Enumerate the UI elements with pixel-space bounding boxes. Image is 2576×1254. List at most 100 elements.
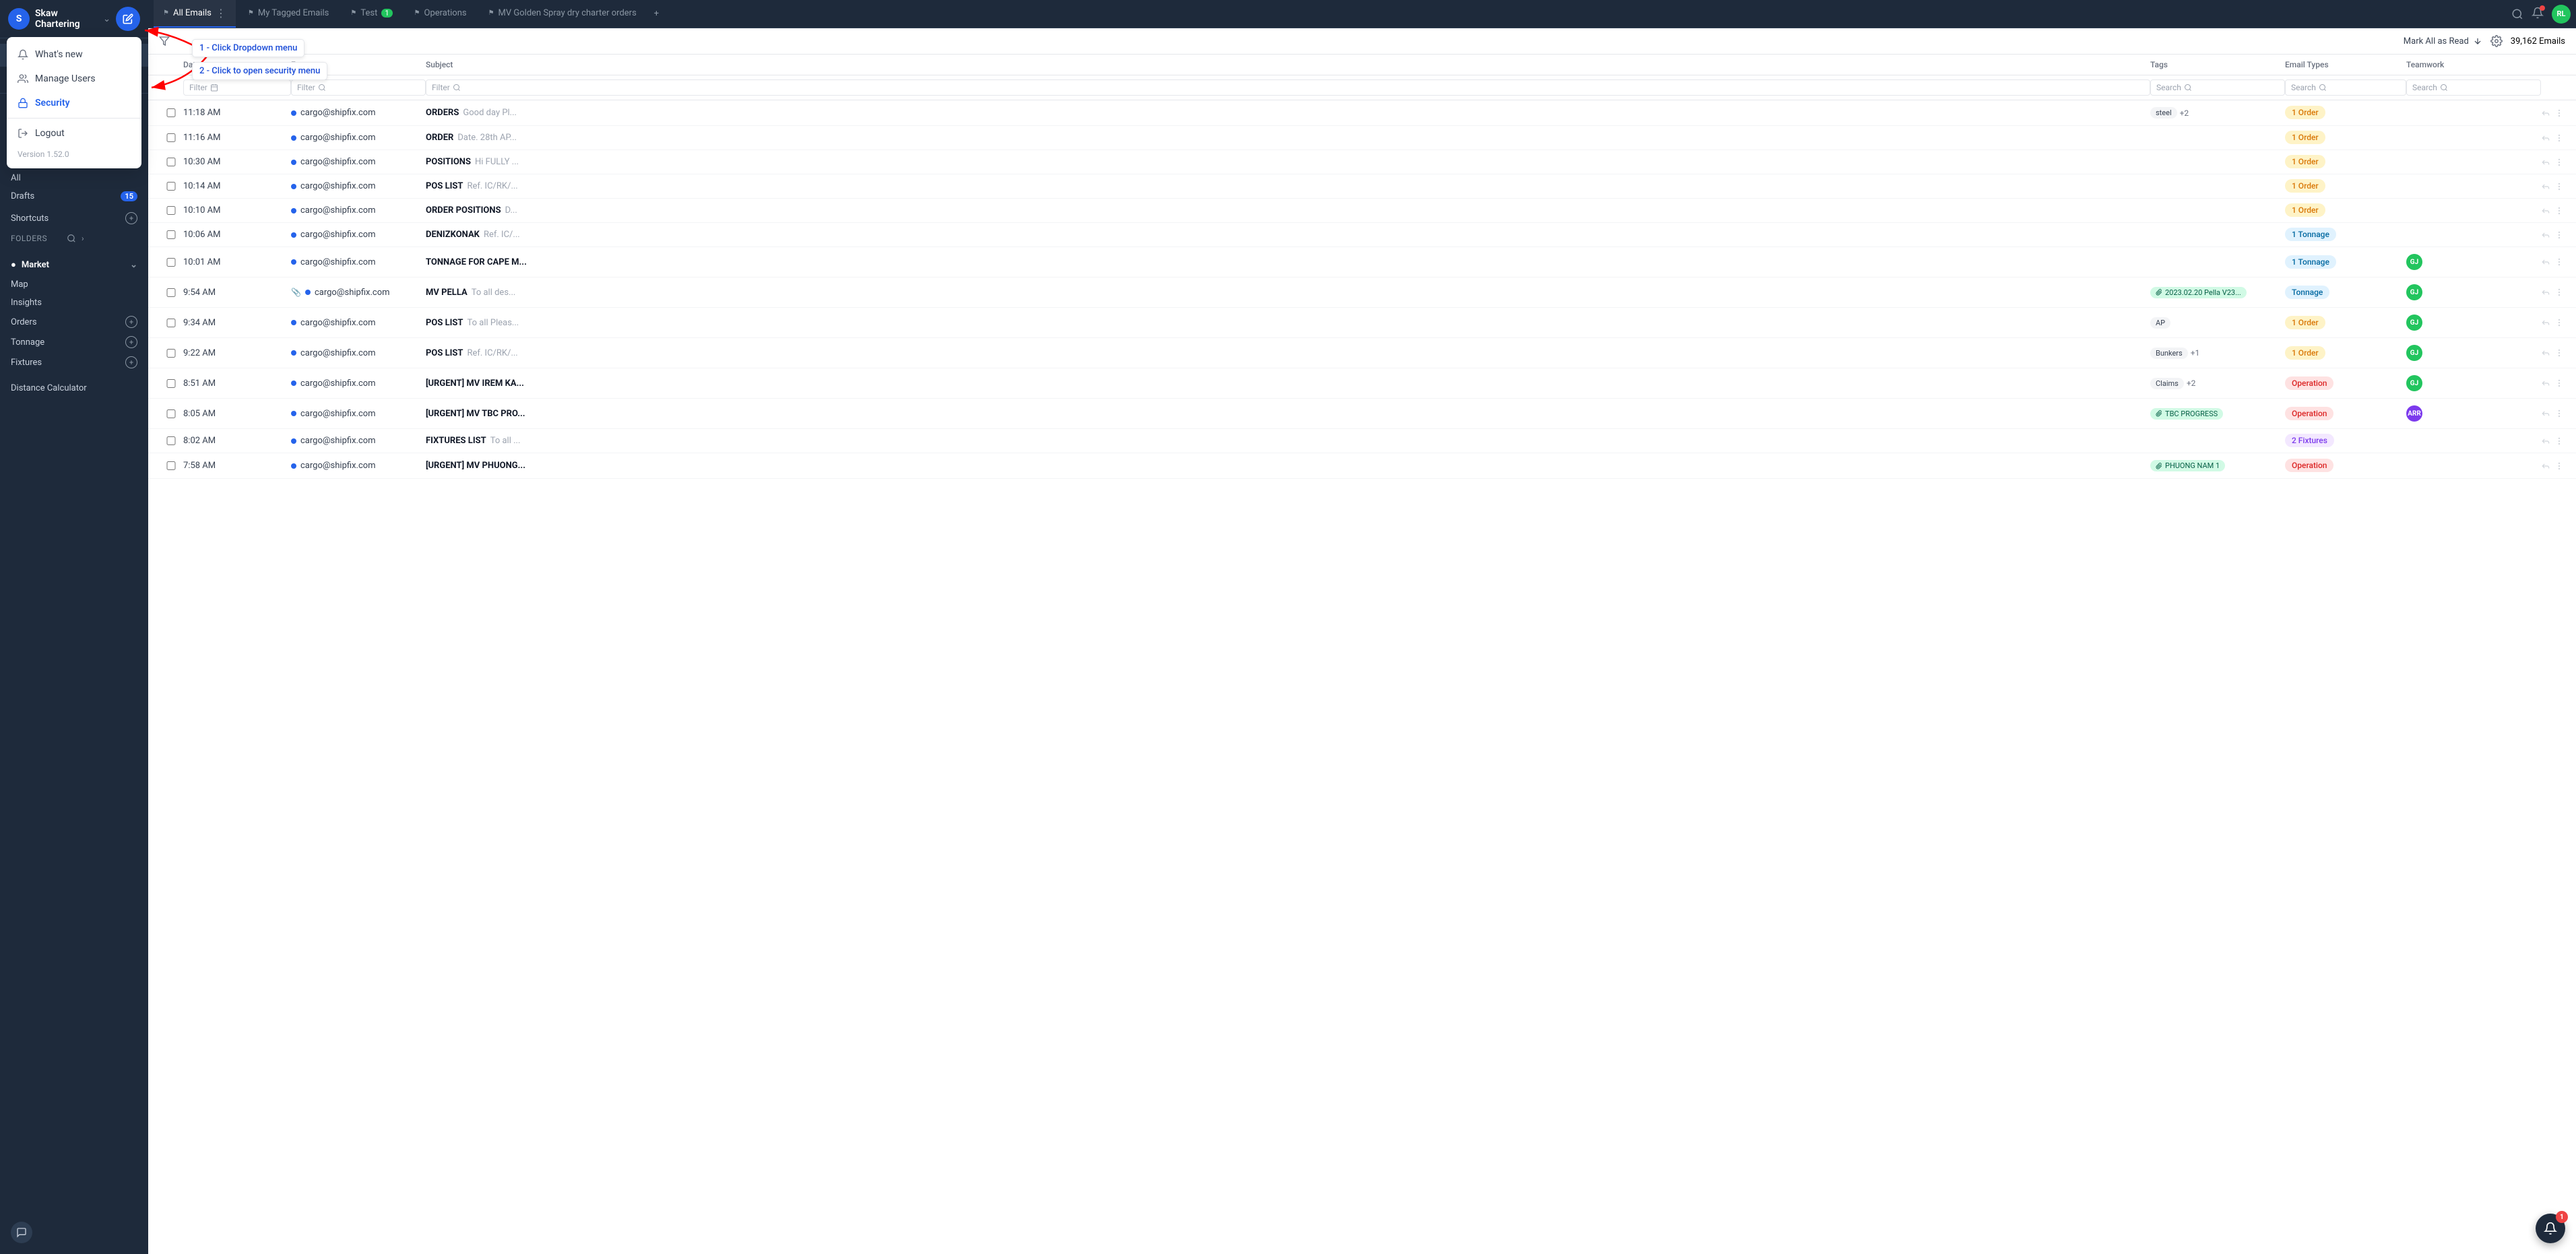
notification-bell[interactable] — [2532, 7, 2544, 22]
reply-icon[interactable] — [2541, 158, 2550, 167]
reply-icon[interactable] — [2541, 288, 2550, 297]
row-checkbox[interactable] — [159, 288, 183, 297]
more-icon[interactable] — [2554, 288, 2564, 297]
reply-icon[interactable] — [2541, 348, 2550, 358]
more-icon[interactable] — [2554, 206, 2564, 216]
email-row[interactable]: 11:16 AM cargo@shipfix.com ORDERDate. 28… — [148, 126, 2576, 150]
tonnage-add-button[interactable]: + — [125, 336, 137, 348]
email-row[interactable]: 10:10 AM cargo@shipfix.com ORDER POSITIO… — [148, 199, 2576, 223]
mark-all-read-button[interactable]: Mark All as Read — [2404, 36, 2482, 46]
distance-calculator[interactable]: Distance Calculator — [0, 378, 148, 399]
dropdown-security[interactable]: Security — [7, 91, 141, 115]
more-icon[interactable] — [2554, 230, 2564, 240]
email-row[interactable]: 9:54 AM 📎 cargo@shipfix.com MV PELLATo a… — [148, 277, 2576, 308]
sidebar-item-orders[interactable]: Orders + — [0, 312, 148, 332]
filter-from[interactable]: Filter — [291, 79, 426, 96]
sidebar-item-insights[interactable]: Insights — [0, 294, 148, 312]
bottom-notification-button[interactable]: 1 — [2536, 1214, 2565, 1243]
reply-icon[interactable] — [2541, 409, 2550, 418]
more-icon[interactable] — [2554, 158, 2564, 167]
more-icon[interactable] — [2554, 461, 2564, 471]
sidebar-item-map[interactable]: Map — [0, 275, 148, 294]
filter-email-types[interactable]: Search — [2285, 79, 2406, 96]
reply-icon[interactable] — [2541, 206, 2550, 216]
sidebar-item-all[interactable]: All — [0, 169, 148, 187]
shortcuts-add-button[interactable]: + — [125, 212, 137, 224]
sidebar-item-drafts[interactable]: Drafts 15 — [0, 187, 148, 205]
row-checkbox[interactable] — [159, 349, 183, 358]
search-icon[interactable] — [2511, 8, 2523, 20]
reply-icon[interactable] — [2541, 318, 2550, 327]
row-checkbox[interactable] — [159, 319, 183, 327]
chat-button[interactable] — [11, 1222, 137, 1243]
more-icon[interactable] — [2554, 182, 2564, 191]
row-checkbox[interactable] — [159, 436, 183, 445]
more-icon[interactable] — [2554, 436, 2564, 446]
filter-subject[interactable]: Filter — [426, 79, 2150, 96]
reply-icon[interactable] — [2541, 436, 2550, 446]
tab-operations[interactable]: ⚑ Operations — [405, 1, 476, 26]
email-row[interactable]: 11:18 AM cargo@shipfix.com ORDERSGood da… — [148, 100, 2576, 126]
reply-icon[interactable] — [2541, 108, 2550, 118]
folders-search-icon[interactable] — [67, 234, 76, 243]
sidebar-shortcuts[interactable]: Shortcuts + — [0, 208, 148, 228]
row-checkbox[interactable] — [159, 461, 183, 470]
dropdown-manage-users[interactable]: Manage Users — [7, 67, 141, 91]
dropdown-logout[interactable]: Logout — [7, 121, 141, 145]
tab-all-emails[interactable]: ⚑ All Emails ⋮ — [154, 0, 236, 28]
email-row[interactable]: 10:30 AM cargo@shipfix.com POSITIONSHi F… — [148, 150, 2576, 174]
market-header[interactable]: ● Market ⌄ — [0, 254, 148, 275]
row-checkbox[interactable] — [159, 258, 183, 267]
email-row[interactable]: 8:51 AM cargo@shipfix.com [URGENT] MV IR… — [148, 368, 2576, 399]
email-row[interactable]: 8:02 AM cargo@shipfix.com FIXTURES LISTT… — [148, 429, 2576, 453]
more-icon[interactable] — [2554, 409, 2564, 418]
email-row[interactable]: 8:05 AM cargo@shipfix.com [URGENT] MV TB… — [148, 399, 2576, 429]
more-icon[interactable] — [2554, 318, 2564, 327]
reply-icon[interactable] — [2541, 182, 2550, 191]
email-row[interactable]: 10:06 AM cargo@shipfix.com DENIZKONAKRef… — [148, 223, 2576, 247]
more-icon[interactable] — [2554, 133, 2564, 143]
reply-icon[interactable] — [2541, 230, 2550, 240]
sidebar-item-fixtures[interactable]: Fixtures + — [0, 352, 148, 372]
compose-button[interactable] — [116, 7, 140, 31]
row-checkbox[interactable] — [159, 158, 183, 166]
tab-add-button[interactable]: + — [649, 2, 664, 26]
reply-icon[interactable] — [2541, 133, 2550, 143]
tab-mv-golden[interactable]: ⚑ MV Golden Spray dry charter orders — [479, 1, 646, 26]
sidebar-dropdown-chevron[interactable]: ⌄ — [103, 14, 110, 24]
reply-icon[interactable] — [2541, 378, 2550, 388]
row-checkbox[interactable] — [159, 108, 183, 117]
email-row[interactable]: 9:34 AM cargo@shipfix.com POS LISTTo all… — [148, 308, 2576, 338]
filter-date[interactable]: Filter — [183, 79, 291, 96]
more-icon[interactable] — [2554, 257, 2564, 267]
settings-icon[interactable] — [2490, 35, 2503, 47]
row-checkbox[interactable] — [159, 133, 183, 142]
reply-icon[interactable] — [2541, 257, 2550, 267]
row-checkbox[interactable] — [159, 182, 183, 191]
filter-tags[interactable]: Search — [2150, 79, 2285, 96]
email-row[interactable]: 10:01 AM cargo@shipfix.com TONNAGE FOR C… — [148, 247, 2576, 277]
filter-teamwork[interactable]: Search — [2406, 79, 2541, 96]
row-checkbox[interactable] — [159, 230, 183, 239]
folders-expand-icon[interactable]: › — [82, 234, 137, 243]
tab-more-icon[interactable]: ⋮ — [216, 7, 226, 20]
reply-icon[interactable] — [2541, 461, 2550, 471]
tab-test[interactable]: ⚑ Test 1 — [341, 1, 401, 26]
user-avatar[interactable]: RL — [2552, 5, 2571, 24]
more-icon[interactable] — [2554, 378, 2564, 388]
row-checkbox[interactable] — [159, 409, 183, 418]
filter-icon[interactable] — [159, 36, 170, 46]
dropdown-whats-new[interactable]: What's new — [7, 42, 141, 67]
orders-add-button[interactable]: + — [125, 316, 137, 328]
email-row[interactable]: 10:14 AM cargo@shipfix.com POS LISTRef. … — [148, 174, 2576, 199]
more-icon[interactable] — [2554, 108, 2564, 118]
row-checkbox[interactable] — [159, 379, 183, 388]
fixtures-add-button[interactable]: + — [125, 356, 137, 368]
type-badge: 1 Order — [2285, 131, 2325, 144]
sidebar-item-tonnage[interactable]: Tonnage + — [0, 332, 148, 352]
row-checkbox[interactable] — [159, 206, 183, 215]
more-icon[interactable] — [2554, 348, 2564, 358]
email-row[interactable]: 9:22 AM cargo@shipfix.com POS LISTRef. I… — [148, 338, 2576, 368]
tab-my-tagged[interactable]: ⚑ My Tagged Emails — [238, 1, 339, 26]
email-row[interactable]: 7:58 AM cargo@shipfix.com [URGENT] MV PH… — [148, 453, 2576, 479]
